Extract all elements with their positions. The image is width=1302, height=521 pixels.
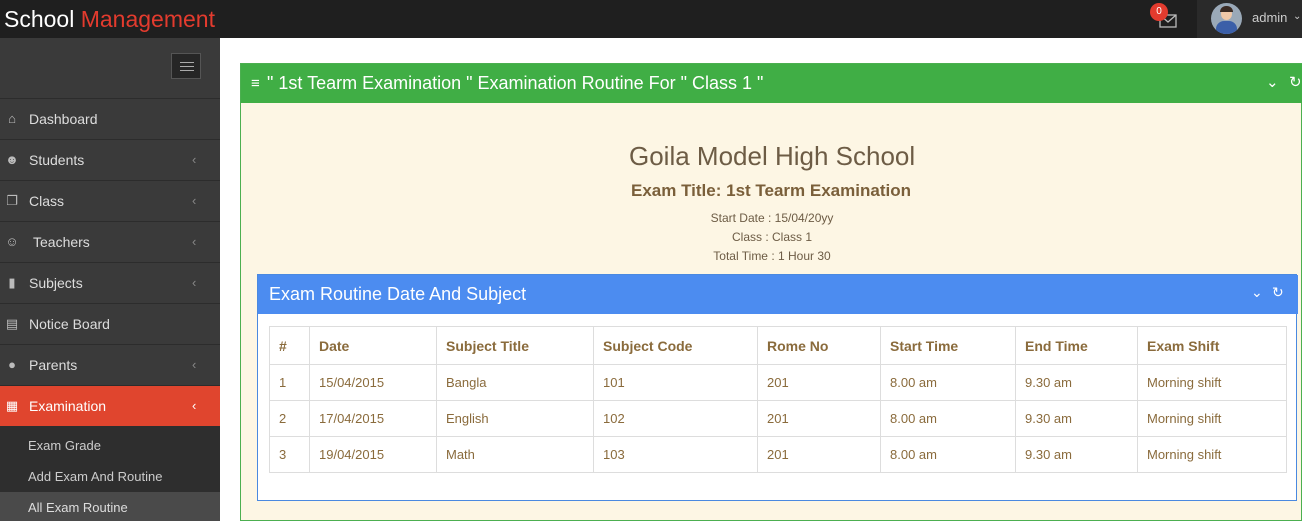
sidebar-item-dashboard[interactable]: ⌂ Dashboard (0, 99, 220, 140)
book-icon: ▮ (8, 275, 16, 290)
col-header: Subject Title (436, 326, 594, 365)
examination-submenu: Exam Grade Add Exam And Routine All Exam… (0, 426, 220, 521)
col-header: End Time (1015, 326, 1138, 365)
col-header: Start Time (880, 326, 1016, 365)
sidebar-item-examination[interactable]: ▦ Examination ‹ (0, 386, 220, 426)
col-header: Date (309, 326, 437, 365)
table-header-row: # Date Subject Title Subject Code Rome N… (269, 326, 1287, 365)
routine-title: Exam Routine Date And Subject (269, 284, 527, 304)
chevron-left-icon: ‹ (192, 398, 197, 413)
messages-button[interactable]: 0 (1150, 3, 1185, 34)
sidebar-item-parents[interactable]: ● Parents ‹ (0, 345, 220, 386)
sidebar: ⌂ Dashboard ☻ Students ‹ ❐ Class ‹ ☺ Tea… (0, 38, 220, 521)
notification-badge: 0 (1150, 3, 1168, 21)
home-icon: ⌂ (8, 111, 16, 126)
submenu-item-add-exam-routine[interactable]: Add Exam And Routine (0, 461, 220, 492)
col-header: # (269, 326, 310, 365)
sidebar-item-class[interactable]: ❐ Class ‹ (0, 181, 220, 222)
chevron-left-icon: ‹ (192, 152, 197, 167)
cubes-icon: ❐ (6, 193, 18, 208)
exam-title: Exam Title: 1st Tearm Examination (631, 181, 911, 200)
panel-header: ≡ " 1st Tearm Examination " Examination … (241, 64, 1302, 103)
col-header: Rome No (757, 326, 881, 365)
avatar (1211, 3, 1242, 34)
brand-part2: Management (80, 6, 215, 32)
teacher-icon: ☺ (5, 234, 19, 249)
user-icon: ● (8, 357, 16, 372)
menu-icon: ≡ (251, 75, 260, 92)
routine-header: Exam Routine Date And Subject ⌄ ↻ (258, 275, 1298, 314)
table-row: 1 15/04/2015 Bangla 101 201 8.00 am 9.30… (269, 364, 1287, 401)
chevron-left-icon: ‹ (192, 234, 197, 249)
refresh-icon[interactable]: ↻ (1272, 284, 1284, 301)
total-time: Total Time : 1 Hour 30 (713, 249, 831, 263)
routine-table: # Date Subject Title Subject Code Rome N… (269, 326, 1287, 473)
chevron-left-icon: ‹ (192, 275, 197, 290)
panel-title: " 1st Tearm Examination " Examination Ro… (267, 73, 764, 93)
sidebar-item-notice-board[interactable]: ▤ Notice Board (0, 304, 220, 345)
sidebar-item-subjects[interactable]: ▮ Subjects ‹ (0, 263, 220, 304)
submenu-item-exam-grade[interactable]: Exam Grade (0, 430, 220, 461)
routine-panel: ≡ " 1st Tearm Examination " Examination … (240, 63, 1302, 521)
user-menu[interactable]: admin ⌄ (1197, 0, 1302, 38)
table-icon: ▦ (5, 398, 19, 413)
chevron-down-icon: ⌄ (1293, 11, 1302, 22)
table-row: 2 17/04/2015 English 102 201 8.00 am 9.3… (269, 400, 1287, 437)
refresh-icon[interactable]: ↻ (1289, 73, 1302, 91)
sidebar-toggle-button[interactable] (171, 53, 201, 79)
brand-part1: School (4, 6, 75, 32)
users-icon: ☻ (5, 152, 19, 167)
collapse-icon[interactable]: ⌄ (1266, 73, 1279, 91)
chevron-left-icon: ‹ (192, 357, 197, 372)
top-navbar: School Management 0 admin ⌄ (0, 0, 1302, 38)
routine-box: Exam Routine Date And Subject ⌄ ↻ # Date… (257, 274, 1298, 501)
class-info: Class : Class 1 (731, 230, 813, 244)
sidebar-item-teachers[interactable]: ☺ Teachers ‹ (0, 222, 220, 263)
col-header: Subject Code (593, 326, 758, 365)
clipboard-icon: ▤ (5, 316, 19, 331)
chevron-left-icon: ‹ (192, 193, 197, 208)
brand-logo[interactable]: School Management (4, 5, 215, 33)
col-header: Exam Shift (1137, 326, 1287, 365)
collapse-icon[interactable]: ⌄ (1251, 284, 1263, 301)
submenu-item-all-exam-routine[interactable]: All Exam Routine (0, 492, 220, 521)
school-name: Goila Model High School (629, 141, 916, 171)
sidebar-item-students[interactable]: ☻ Students ‹ (0, 140, 220, 181)
start-date: Start Date : 15/04/20yy (710, 211, 834, 225)
username: admin (1252, 10, 1288, 25)
table-row: 3 19/04/2015 Math 103 201 8.00 am 9.30 a… (269, 436, 1287, 473)
